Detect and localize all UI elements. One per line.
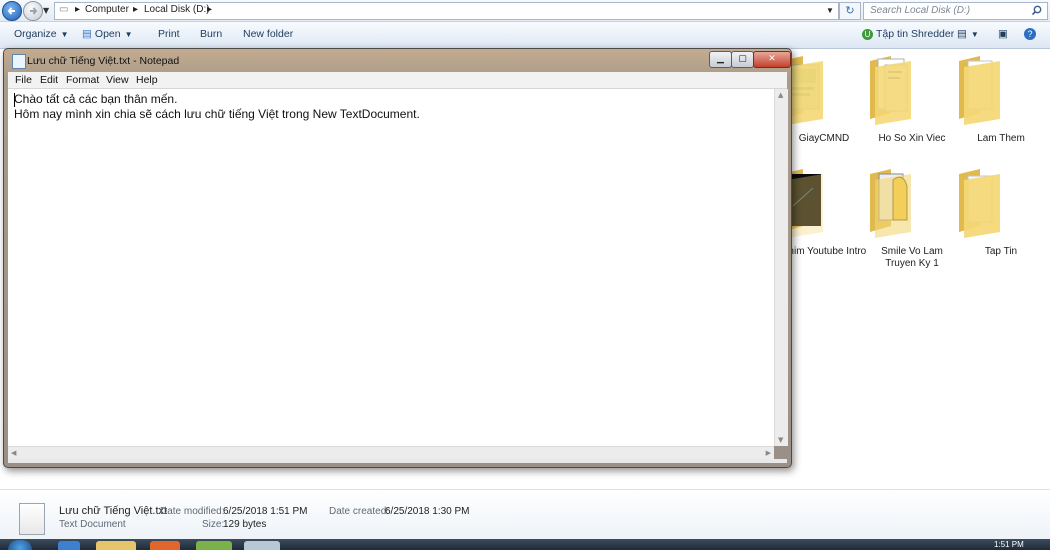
start-button[interactable]: [8, 540, 32, 550]
minimize-button[interactable]: ▁: [709, 51, 732, 68]
scroll-left-icon[interactable]: ◀: [11, 449, 16, 457]
folder-label: Smile Vo Lam Truyen Ky 1: [881, 246, 943, 269]
folder-label: Tap Tin: [984, 246, 1018, 257]
scroll-right-icon[interactable]: ▶: [766, 449, 771, 457]
menu-bar: File Edit Format View Help: [8, 72, 787, 89]
search-icon[interactable]: [1031, 5, 1042, 16]
size-label: Size:: [202, 519, 225, 530]
address-input[interactable]: ▭ ▸ Computer ▸ Local Disk (D:) ▸ ▼: [54, 2, 839, 20]
address-bar-area: ▼ ▭ ▸ Computer ▸ Local Disk (D:) ▸ ▼ ↻ S…: [0, 0, 1050, 22]
command-bar: Organize ▼ ▤ Open ▼ Print Burn New folder U…: [0, 22, 1050, 49]
search-placeholder: Search Local Disk (D:): [870, 5, 971, 16]
size-value: 129 bytes: [223, 519, 267, 530]
address-dropdown-icon[interactable]: ▼: [826, 6, 834, 15]
notepad-window[interactable]: Lưu chữ Tiếng Việt.txt - Notepad ▁ ▢ ✕ F…: [3, 48, 792, 468]
chevron-down-icon: ▼: [60, 30, 69, 39]
preview-pane-button[interactable]: ▣: [998, 28, 1008, 40]
scroll-down-icon[interactable]: ▼: [778, 436, 783, 444]
search-input[interactable]: Search Local Disk (D:): [863, 2, 1048, 20]
refresh-button[interactable]: ↻: [839, 2, 861, 20]
chevron-right-icon[interactable]: ▸: [75, 4, 80, 15]
back-arrow-icon: [7, 7, 15, 15]
date-modified-label: Date modified:: [160, 506, 225, 517]
taskbar: 1:51 PM: [0, 539, 1050, 550]
text-line: Chào tất cả các bạn thân mến.: [14, 92, 178, 106]
notepad-icon: ▤: [82, 28, 92, 40]
notepad-icon: [12, 54, 26, 69]
organize-label: Organize: [14, 28, 57, 40]
details-file-name: Lưu chữ Tiếng Việt.txt: [59, 505, 168, 517]
menu-help[interactable]: Help: [136, 74, 158, 86]
scroll-up-icon[interactable]: ▲: [778, 91, 783, 99]
forward-arrow-icon: [30, 7, 38, 15]
print-button[interactable]: Print: [158, 28, 180, 40]
folder-item[interactable]: GiayCMND: [779, 53, 869, 144]
breadcrumb-computer[interactable]: Computer: [85, 4, 129, 15]
chevron-down-icon: ▼: [124, 30, 133, 39]
folder-label: Ho So Xin Viec: [878, 133, 946, 144]
horizontal-scrollbar[interactable]: ◀ ▶: [8, 446, 774, 460]
open-button[interactable]: ▤ Open ▼: [82, 28, 133, 40]
shredder-icon: U: [862, 29, 873, 40]
text-line: Hôm nay mình xin chia sẽ cách lưu chữ ti…: [14, 107, 420, 121]
clock[interactable]: 1:51 PM: [994, 540, 1024, 549]
folder-label: Lam Them: [977, 133, 1025, 144]
preview-pane-icon: ▣: [998, 28, 1008, 40]
menu-format[interactable]: Format: [66, 74, 99, 86]
close-icon: ✕: [768, 54, 776, 64]
maximize-icon: ▢: [738, 54, 747, 64]
text-file-icon: [19, 503, 45, 535]
text-editor[interactable]: Chào tất cả các bạn thân mến. Hôm nay mì…: [8, 89, 774, 446]
folder-icon: [959, 169, 1000, 238]
folder-label: Phim Youtube Intro: [781, 246, 867, 257]
window-title: Lưu chữ Tiếng Việt.txt - Notepad: [27, 55, 180, 67]
chevron-right-icon[interactable]: ▸: [207, 4, 212, 15]
chevron-right-icon[interactable]: ▸: [133, 4, 138, 15]
date-created-label: Date created:: [329, 506, 390, 517]
ie-taskbar-icon[interactable]: [58, 541, 80, 550]
folder-icon: [870, 56, 911, 125]
close-button[interactable]: ✕: [753, 51, 791, 68]
chevron-down-icon: ▼: [970, 30, 979, 39]
unikey-taskbar-icon[interactable]: [196, 541, 232, 550]
maximize-button[interactable]: ▢: [731, 51, 754, 68]
date-modified-value: 6/25/2018 1:51 PM: [223, 506, 308, 517]
vertical-scrollbar[interactable]: ▲ ▼: [774, 89, 788, 446]
burn-button[interactable]: Burn: [200, 28, 222, 40]
folder-item[interactable]: Ho So Xin Viec: [867, 53, 957, 144]
forward-button[interactable]: [23, 1, 43, 21]
folder-icon: [959, 56, 1000, 125]
organize-button[interactable]: Organize ▼: [14, 28, 69, 40]
folder-item[interactable]: Lam Them: [956, 53, 1046, 144]
menu-view[interactable]: View: [106, 74, 129, 86]
recent-pages-dropdown-icon[interactable]: ▼: [43, 6, 49, 15]
notepad-taskbar-icon[interactable]: [244, 541, 280, 550]
open-label: Open: [94, 28, 121, 40]
minimize-icon: ▁: [717, 54, 724, 64]
folder-icon: [870, 169, 911, 238]
shredder-button[interactable]: U Tập tin Shredder: [862, 28, 954, 40]
drive-icon: ▭: [59, 4, 69, 15]
view-icon: ▤: [957, 28, 967, 40]
help-icon: ?: [1024, 28, 1036, 40]
details-file-type: Text Document: [59, 519, 126, 530]
folder-item[interactable]: Tap Tin: [956, 166, 1046, 257]
new-folder-button[interactable]: New folder: [243, 28, 293, 40]
chrome-taskbar-icon[interactable]: [150, 541, 180, 550]
refresh-icon: ↻: [845, 4, 855, 17]
shredder-label: Tập tin Shredder: [876, 28, 955, 40]
folder-item[interactable]: Smile Vo Lam Truyen Ky 1: [867, 166, 957, 269]
breadcrumb-local-disk[interactable]: Local Disk (D:): [144, 4, 210, 15]
date-created-value: 6/25/2018 1:30 PM: [385, 506, 470, 517]
folder-label: GiayCMND: [798, 133, 850, 144]
help-button[interactable]: ?: [1024, 28, 1036, 40]
menu-edit[interactable]: Edit: [40, 74, 58, 86]
folder-item[interactable]: Phim Youtube Intro: [779, 166, 869, 257]
menu-file[interactable]: File: [15, 74, 32, 86]
back-button[interactable]: [2, 1, 22, 21]
view-options-button[interactable]: ▤ ▼: [957, 28, 979, 40]
explorer-taskbar-icon[interactable]: [96, 541, 136, 550]
window-bottom-edge: [8, 459, 787, 463]
